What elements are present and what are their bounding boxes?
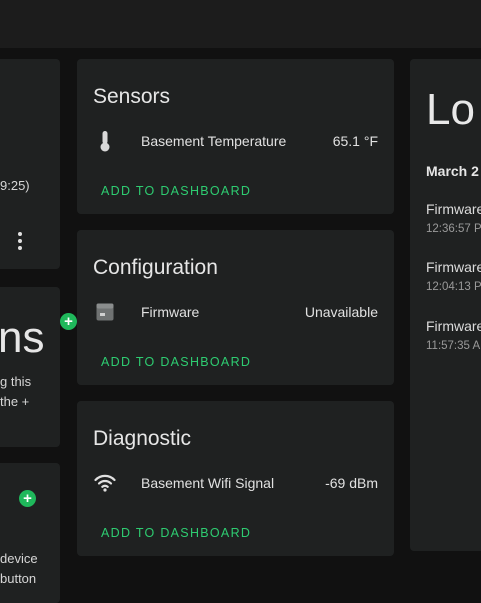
diagnostic-value: -69 dBm: [325, 475, 378, 491]
automations-card: ns g this the +: [0, 287, 60, 447]
memory-chip-icon: [93, 300, 117, 324]
sensor-label: Basement Temperature: [141, 133, 287, 149]
logbook-entry-name[interactable]: Firmware: [426, 318, 481, 334]
scenes-partial-text-1: device: [0, 551, 38, 566]
config-label: Firmware: [141, 304, 200, 320]
diagnostic-label: Basement Wifi Signal: [141, 475, 275, 491]
more-options-icon[interactable]: [14, 231, 26, 251]
automations-partial-text-2: the +: [0, 394, 30, 409]
diagnostic-card: Diagnostic Basement Wifi Signal -69 dBm …: [77, 401, 394, 556]
logbook-entry-time: 12:36:57 PM: [426, 223, 481, 235]
scenes-partial-text-2: button: [0, 571, 37, 586]
logbook-card: Lo March 2 Firmware 12:36:57 PM Firmware…: [410, 59, 481, 551]
automations-partial-title: ns: [0, 313, 45, 362]
add-scene-button[interactable]: +: [19, 490, 36, 507]
logbook-entry-time: 11:57:35 AM: [426, 340, 481, 352]
logbook-entry-time: 12:04:13 PM: [426, 281, 481, 293]
diagnostic-add-to-dashboard-button[interactable]: ADD TO DASHBOARD: [101, 526, 251, 540]
logbook-entry-name[interactable]: Firmware: [426, 201, 481, 217]
logbook-title: Lo: [426, 85, 475, 134]
config-value: Unavailable: [304, 304, 378, 320]
logbook-date: March 2: [426, 163, 479, 179]
sensors-add-to-dashboard-button[interactable]: ADD TO DASHBOARD: [101, 184, 251, 198]
sensor-value: 65.1 °F: [332, 133, 378, 149]
diagnostic-row-wifi-signal[interactable]: Basement Wifi Signal -69 dBm: [93, 471, 378, 495]
sensor-row-basement-temperature[interactable]: Basement Temperature 65.1 °F: [93, 129, 378, 153]
top-app-bar: [0, 0, 481, 48]
config-row-firmware[interactable]: Firmware Unavailable: [93, 300, 378, 324]
configuration-title: Configuration: [93, 256, 218, 279]
scenes-card: + device button: [0, 463, 60, 603]
automations-partial-text-1: g this: [0, 374, 32, 389]
logbook-entry-name[interactable]: Firmware: [426, 259, 481, 275]
sensors-card: Sensors Basement Temperature 65.1 °F ADD…: [77, 59, 394, 214]
configuration-add-to-dashboard-button[interactable]: ADD TO DASHBOARD: [101, 355, 251, 369]
thermometer-icon: [93, 129, 117, 153]
device-info-partial-text: 9:25): [0, 178, 30, 193]
diagnostic-title: Diagnostic: [93, 427, 192, 450]
add-automation-button[interactable]: +: [60, 313, 77, 330]
sensors-title: Sensors: [93, 85, 171, 108]
configuration-card: Configuration Firmware Unavailable ADD T…: [77, 230, 394, 385]
device-info-card: 9:25): [0, 59, 60, 269]
wifi-icon: [93, 471, 117, 495]
